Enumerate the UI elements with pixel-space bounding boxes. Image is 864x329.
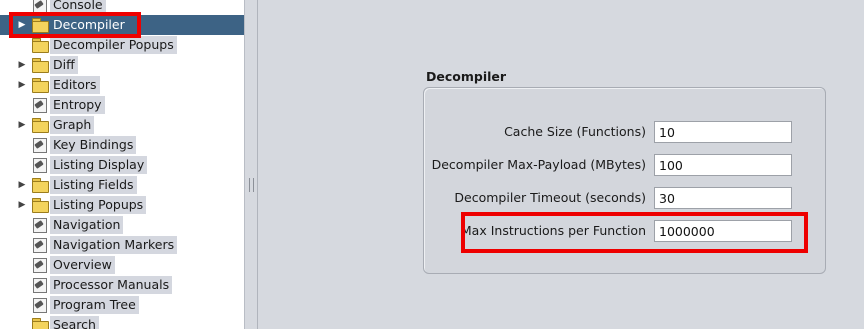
tree-item-listing-fields[interactable]: ▶ Listing Fields	[0, 175, 244, 195]
tree-item-label: Listing Display	[50, 156, 148, 174]
folder-icon	[32, 38, 49, 53]
tree-item-navigation-markers[interactable]: Navigation Markers	[0, 235, 244, 255]
tree-item-label: Listing Popups	[50, 196, 147, 214]
option-label-decompiler-max-payload-mbytes: Decompiler Max-Payload (MBytes)	[431, 157, 646, 172]
options-page-icon	[32, 158, 48, 173]
tree-item-overview[interactable]: Overview	[0, 255, 244, 275]
option-label-decompiler-timeout-seconds: Decompiler Timeout (seconds)	[454, 190, 646, 205]
option-input-decompiler-max-payload-mbytes[interactable]	[654, 154, 792, 176]
tree-item-editors[interactable]: ▶ Editors	[0, 75, 244, 95]
options-page-icon	[32, 298, 48, 313]
tree-item-graph[interactable]: ▶ Graph	[0, 115, 244, 135]
tree-item-label: Editors	[50, 76, 100, 94]
tree-item-label: Program Tree	[50, 296, 139, 314]
highlight-box-max-instructions	[461, 212, 808, 253]
options-page-icon	[32, 0, 48, 13]
tree-item-label: Graph	[50, 116, 95, 134]
expand-arrow-icon[interactable]: ▶	[16, 78, 28, 92]
folder-icon	[32, 118, 49, 133]
tree-item-label: Listing Fields	[50, 176, 137, 194]
tree-item-label: Navigation Markers	[50, 236, 178, 254]
tree-item-label: Key Bindings	[50, 136, 137, 154]
tree-item-listing-display[interactable]: Listing Display	[0, 155, 244, 175]
expand-arrow-icon[interactable]: ▶	[16, 58, 28, 72]
tree-item-label: Diff	[50, 56, 78, 74]
tree-item-label: Navigation	[50, 216, 124, 234]
tree-item-key-bindings[interactable]: Key Bindings	[0, 135, 244, 155]
tree-item-listing-popups[interactable]: ▶ Listing Popups	[0, 195, 244, 215]
panel-splitter[interactable]	[245, 0, 258, 329]
option-input-decompiler-timeout-seconds[interactable]	[654, 187, 792, 209]
tree-item-processor-manuals[interactable]: Processor Manuals	[0, 275, 244, 295]
expand-arrow-icon[interactable]: ▶	[16, 178, 28, 192]
tree-item-search[interactable]: Search	[0, 315, 244, 329]
options-page-icon	[32, 218, 48, 233]
folder-icon	[32, 318, 49, 329]
options-page-icon	[32, 258, 48, 273]
folder-icon	[32, 178, 49, 193]
tree-item-navigation[interactable]: Navigation	[0, 215, 244, 235]
tree-item-label: Decompiler Popups	[50, 36, 177, 54]
folder-icon	[32, 198, 49, 213]
option-label-cache-size-functions: Cache Size (Functions)	[504, 124, 646, 139]
tree-item-entropy[interactable]: Entropy	[0, 95, 244, 115]
tree-item-decompiler-popups[interactable]: Decompiler Popups	[0, 35, 244, 55]
options-page-icon	[32, 238, 48, 253]
folder-icon	[32, 58, 49, 73]
expand-arrow-icon[interactable]: ▶	[16, 118, 28, 132]
expand-arrow-icon[interactable]: ▶	[16, 198, 28, 212]
highlight-box-tree	[9, 12, 141, 38]
tree-item-label: Search	[50, 316, 99, 329]
options-panel-title: Decompiler	[426, 69, 507, 84]
tree-item-label: Entropy	[50, 96, 105, 114]
options-page-icon	[32, 138, 48, 153]
options-page-icon	[32, 278, 48, 293]
options-page-icon	[32, 98, 48, 113]
options-tree[interactable]: Console ▶ Decompiler Decompiler Popups ▶ Diff…	[0, 0, 245, 329]
option-input-cache-size-functions[interactable]	[654, 121, 792, 143]
tree-item-program-tree[interactable]: Program Tree	[0, 295, 244, 315]
tree-item-label: Processor Manuals	[50, 276, 173, 294]
tree-item-label: Overview	[50, 256, 115, 274]
tree-item-diff[interactable]: ▶ Diff	[0, 55, 244, 75]
splitter-grip-icon	[249, 178, 254, 192]
folder-icon	[32, 78, 49, 93]
